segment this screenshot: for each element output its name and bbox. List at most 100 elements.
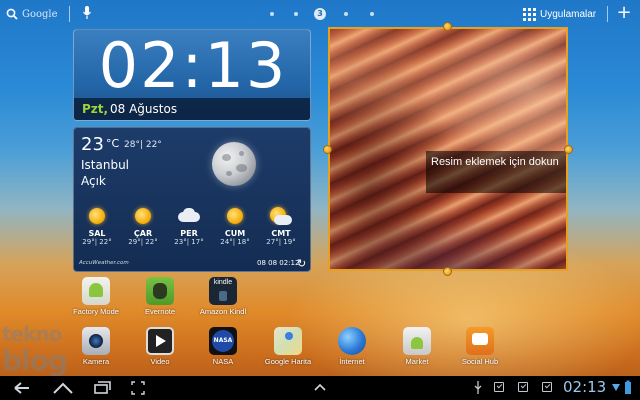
forecast-range: 23°| 17° [174,238,204,246]
partly-cloudy-icon [258,206,304,228]
search-icon [6,8,18,20]
divider [69,6,70,22]
resize-handle-bottom[interactable] [443,267,452,276]
status-clock[interactable]: 02:13 [563,378,606,396]
internet-globe-icon [338,327,366,355]
notification-check-icon[interactable] [542,382,552,392]
system-bar: 02:13 [0,376,640,400]
resize-handle-top[interactable] [443,22,452,31]
moon-clear-night-icon [212,142,256,186]
clock-time: 02:13 [98,29,288,102]
app-label: Evernote [144,307,176,316]
clock-day: Pzt, [82,102,109,116]
page-dot-current[interactable]: 3 [314,8,326,20]
weather-footer: AccuWeather.com 08 08 02:12 ↻ [74,256,310,271]
forecast-day-name: ÇAR [133,229,153,238]
forecast-day-name: SAL [88,229,106,238]
refresh-icon[interactable]: ↻ [297,257,306,270]
forecast-day: ÇAR 29°| 22° [120,206,166,246]
forecast-range: 27°| 19° [266,238,296,246]
app-label: Social Hub [461,357,499,366]
add-widget-button[interactable]: + [614,3,634,23]
camera-icon [82,327,110,355]
home-icon[interactable] [52,379,74,397]
app-label: İnternet [339,357,365,366]
battery-icon [625,380,631,394]
cloud-icon [166,206,212,228]
app-label: Google Harita [264,357,312,366]
factory-mode-icon [82,277,110,305]
app-label: Video [150,357,170,366]
notification-check-icon[interactable] [518,382,528,392]
temperature-unit: °C [106,137,120,150]
weather-widget[interactable]: 23 °C 28°| 22° Istanbul Açık SAL 29°| 22… [73,127,311,272]
app-nasa[interactable]: NASA NASA [195,327,251,366]
app-label: Factory Mode [73,307,119,316]
grid-icon [523,7,536,21]
accuweather-logo: AccuWeather.com [79,260,129,266]
weather-updated-time: 08 08 02:12 [257,259,300,267]
app-factory-mode[interactable]: Factory Mode [68,277,124,316]
forecast-day-name: CUM [224,229,246,238]
forecast-day-name: PER [180,229,198,238]
recent-apps-icon[interactable] [92,379,112,397]
app-market[interactable]: Market [389,327,445,366]
resize-handle-right[interactable] [564,145,573,154]
forecast-range: 29°| 22° [128,238,158,246]
clock-widget[interactable]: 02:13 Pzt, 08 Ağustos [73,29,311,121]
kindle-icon: kindle [209,277,237,305]
watermark-line2: blog [2,344,68,377]
all-apps-button[interactable]: Uygulamalar [523,5,596,23]
microphone-icon[interactable] [82,5,92,21]
app-amazon-kindle[interactable]: kindle Amazon Kindl [195,277,251,316]
forecast-day: PER 23°| 17° [166,206,212,246]
clock-date: 08 Ağustos [110,102,178,116]
high-low-temperature: 28°| 22° [124,140,162,150]
chevron-up-icon[interactable] [312,379,328,397]
forecast-day: CUM 24°| 18° [212,206,258,246]
weather-city: Istanbul [81,158,130,172]
resize-handle-left[interactable] [323,145,332,154]
page-dot[interactable] [294,12,298,16]
teknoblog-watermark: tekno blog [0,322,70,382]
photo-frame-widget[interactable]: Resim eklemek için dokun [328,27,568,271]
back-icon[interactable] [12,379,32,397]
notification-check-icon[interactable] [494,382,504,392]
forecast-day: CMT 27°| 19° [258,206,304,246]
app-label: Amazon Kindl [199,307,247,316]
market-icon [403,327,431,355]
add-photo-caption[interactable]: Resim eklemek için dokun [426,151,566,193]
app-label: NASA [212,357,234,366]
app-video[interactable]: Video [132,327,188,366]
app-label: Kamera [82,357,110,366]
forecast-row: SAL 29°| 22° ÇAR 29°| 22° PER 23°| 17° C… [74,206,310,256]
screenshot-icon[interactable] [130,379,146,397]
app-internet[interactable]: İnternet [324,327,380,366]
app-label: Market [405,357,429,366]
canyon-photo [330,29,566,269]
divider [607,6,608,22]
sun-icon [135,208,151,224]
app-social-hub[interactable]: Social Hub [452,327,508,366]
current-temperature: 23 [81,134,104,155]
evernote-icon [146,277,174,305]
page-dot[interactable] [370,12,374,16]
page-dot[interactable] [270,12,274,16]
forecast-range: 29°| 22° [82,238,112,246]
all-apps-label: Uygulamalar [540,8,597,20]
nasa-icon: NASA [209,327,237,355]
sun-icon [89,208,105,224]
page-indicator: 3 [270,8,380,20]
google-search-button[interactable]: Google [6,6,58,22]
sun-icon [227,208,243,224]
forecast-range: 24°| 18° [220,238,250,246]
app-google-maps[interactable]: Google Harita [260,327,316,366]
app-evernote[interactable]: Evernote [132,277,188,316]
home-top-bar: Google 3 Uygulamalar + [0,0,640,28]
google-search-label: Google [22,8,58,20]
video-icon [146,327,174,355]
page-dot[interactable] [344,12,348,16]
app-camera[interactable]: Kamera [68,327,124,366]
watermark-line1: tekno [2,322,62,346]
forecast-day-name: CMT [271,229,291,238]
